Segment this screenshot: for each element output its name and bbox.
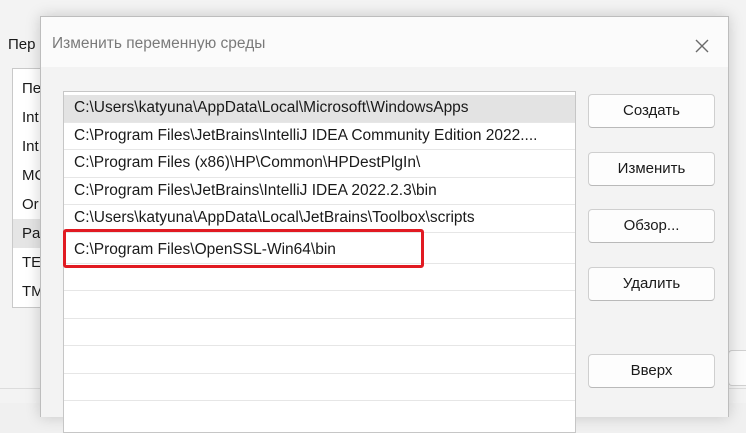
path-row[interactable]: C:\Users\katyuna\AppData\Local\JetBrains…	[64, 205, 575, 233]
empty-row[interactable]	[64, 264, 575, 291]
background-label: Пер	[8, 36, 36, 53]
path-row-openssl[interactable]: C:\Program Files\OpenSSL-Win64\bin	[64, 233, 575, 264]
empty-row[interactable]	[64, 291, 575, 319]
path-row[interactable]: C:\Program Files\JetBrains\IntelliJ IDEA…	[64, 123, 575, 150]
path-row[interactable]: C:\Users\katyuna\AppData\Local\Microsoft…	[64, 95, 575, 123]
delete-button[interactable]: Удалить	[588, 267, 715, 301]
edit-env-variable-dialog: Изменить переменную среды C:\Users\katyu…	[40, 16, 729, 433]
path-list[interactable]: C:\Users\katyuna\AppData\Local\Microsoft…	[63, 91, 576, 433]
create-button[interactable]: Создать	[588, 94, 715, 128]
title-bar[interactable]: Изменить переменную среды	[41, 17, 728, 67]
empty-row[interactable]	[64, 346, 575, 374]
empty-row[interactable]	[64, 374, 575, 401]
path-row[interactable]: C:\Program Files (x86)\HP\Common\HPDestP…	[64, 150, 575, 178]
empty-row[interactable]	[64, 319, 575, 346]
browse-button[interactable]: Обзор...	[588, 209, 715, 243]
dialog-title: Изменить переменную среды	[52, 35, 266, 52]
path-row[interactable]: C:\Program Files\JetBrains\IntelliJ IDEA…	[64, 178, 575, 205]
close-icon[interactable]	[689, 33, 715, 59]
move-up-button[interactable]: Вверх	[588, 354, 715, 388]
edit-button[interactable]: Изменить	[588, 152, 715, 186]
background-button[interactable]	[728, 350, 746, 386]
